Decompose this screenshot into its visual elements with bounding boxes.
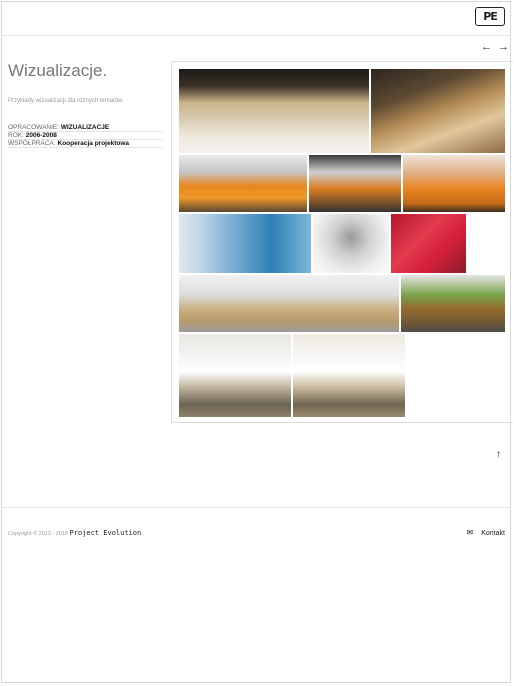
scroll-top-icon[interactable]: ↑ bbox=[496, 449, 501, 460]
visualization-image-1[interactable] bbox=[179, 69, 369, 153]
visualization-image-10[interactable] bbox=[401, 275, 505, 332]
meta-row-wspolpraca: WSPÓŁPRACA: Kooperacja projektowa bbox=[8, 140, 163, 148]
meta-row-rok: ROK: 2006-2008 bbox=[8, 132, 163, 140]
top-bar: PE bbox=[1, 1, 511, 36]
visualization-image-2[interactable] bbox=[371, 69, 505, 153]
project-meta: OPRACOWANIE: WIZUALIZACJE ROK: 2006-2008… bbox=[8, 124, 163, 148]
meta-value: Kooperacja projektowa bbox=[57, 140, 130, 147]
meta-label: OPRACOWANIE: bbox=[8, 124, 60, 131]
meta-label: ROK: bbox=[8, 132, 24, 139]
logo-text: PE bbox=[483, 10, 498, 23]
meta-label: WSPÓŁPRACA: bbox=[8, 140, 56, 147]
gallery-panel bbox=[171, 61, 513, 423]
visualization-image-9[interactable] bbox=[179, 275, 399, 332]
visualization-image-5[interactable] bbox=[403, 155, 505, 212]
copyright-text: Copyright © 2013 - 2018 bbox=[8, 531, 69, 537]
visualization-image-4[interactable] bbox=[309, 155, 401, 212]
copyright: Copyright © 2013 - 2018 Project Evolutio… bbox=[8, 529, 141, 537]
contact-label: Kontakt bbox=[481, 530, 505, 537]
visualization-image-11[interactable] bbox=[179, 334, 291, 417]
logo[interactable]: PE bbox=[475, 7, 505, 26]
meta-value: WIZUALIZACJE bbox=[60, 124, 110, 131]
footer-brand[interactable]: Project Evolution bbox=[70, 529, 142, 537]
envelope-icon: ✉ bbox=[466, 528, 474, 537]
visualization-image-3[interactable] bbox=[179, 155, 307, 212]
contact-link[interactable]: ✉ Kontakt bbox=[467, 528, 505, 537]
next-arrow-icon[interactable]: → bbox=[498, 41, 509, 53]
prev-arrow-icon[interactable]: ← bbox=[481, 41, 492, 53]
meta-row-opracowanie: OPRACOWANIE: WIZUALIZACJE bbox=[8, 124, 163, 132]
meta-value: 2006-2008 bbox=[25, 132, 57, 139]
visualization-image-6[interactable] bbox=[179, 214, 311, 273]
visualization-image-12[interactable] bbox=[293, 334, 405, 417]
page-subtitle: Przykłady wizualizacji dla różnych temat… bbox=[8, 98, 124, 104]
visualization-image-8[interactable] bbox=[391, 214, 466, 273]
page-title: Wizualizacje. bbox=[8, 61, 108, 80]
footer-divider bbox=[1, 507, 511, 508]
visualization-image-7[interactable] bbox=[313, 214, 389, 273]
